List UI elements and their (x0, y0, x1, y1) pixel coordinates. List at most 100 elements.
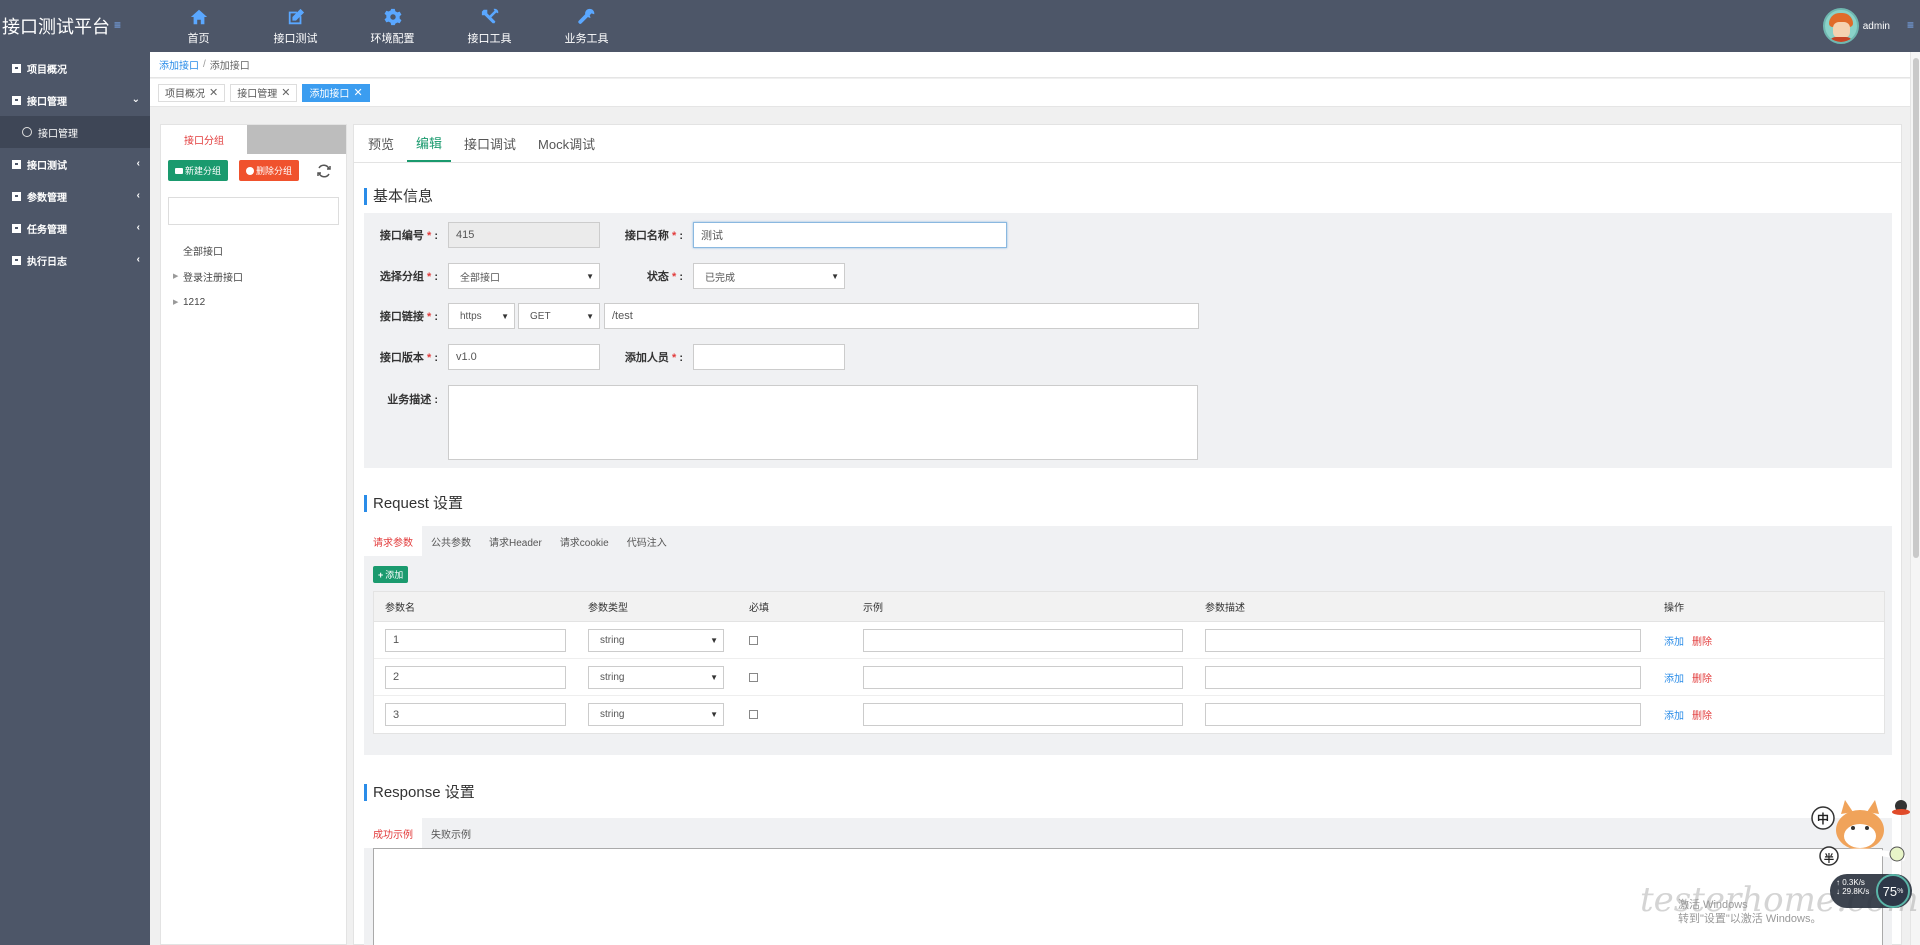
api-path-field[interactable]: /test (604, 303, 1199, 329)
group-select[interactable]: 全部接口 ▼ (448, 263, 600, 289)
avatar[interactable] (1822, 8, 1859, 44)
refresh-icon[interactable] (316, 163, 332, 179)
tab-failure-example[interactable]: 失败示例 (422, 818, 480, 848)
tab-request-header[interactable]: 请求Header (480, 526, 551, 556)
tab-edit[interactable]: 编辑 (407, 124, 452, 162)
delete-row-link[interactable]: 删除 (1692, 711, 1712, 722)
sidebar-item-execution-log[interactable]: 执行日志 ‹ (0, 244, 150, 276)
sidebar-item-api-management[interactable]: 接口管理 ⌄ (0, 84, 150, 116)
group-search-input[interactable] (168, 197, 339, 225)
section-title-basic: 基本信息 (364, 188, 433, 205)
tab-preview[interactable]: 预览 (359, 124, 403, 162)
nav-label: 环境配置 (370, 32, 415, 45)
menu-icon[interactable]: ≡ (1907, 18, 1914, 32)
sidebar-item-task-management[interactable]: 任务管理 ‹ (0, 212, 150, 244)
method-select[interactable]: GET ▼ (518, 303, 600, 329)
sidebar-item-api-testing[interactable]: 接口测试 ‹ (0, 148, 150, 180)
delete-row-link[interactable]: 删除 (1692, 637, 1712, 648)
field-label: 添加人员 * : (624, 352, 683, 364)
ime-width-label[interactable]: 半 (1824, 850, 1834, 865)
tree-item-1212[interactable]: ▶ 1212 (173, 289, 346, 315)
nav-api-test[interactable]: 接口测试 (247, 0, 344, 52)
sidebar-toggle-icon[interactable]: ≡ (114, 18, 121, 32)
request-tabs: 请求参数 公共参数 请求Header 请求cookie 代码注入 (364, 526, 676, 556)
response-tabs: 成功示例 失败示例 (364, 818, 480, 848)
sidebar-subitem-api-management[interactable]: 接口管理 (0, 116, 150, 148)
sidebar-item-project-overview[interactable]: 项目概况 (0, 52, 150, 84)
tab-mock-debug[interactable]: Mock调试 (529, 124, 604, 162)
close-icon[interactable]: ✕ (353, 86, 362, 99)
close-icon[interactable]: ✕ (281, 86, 290, 99)
tab-success-example[interactable]: 成功示例 (364, 818, 422, 848)
list-icon (12, 223, 21, 233)
caret-right-icon[interactable]: ▶ (173, 298, 183, 306)
api-version-field[interactable]: v1.0 (448, 344, 600, 370)
param-type-select[interactable]: string ▼ (588, 703, 724, 726)
param-example-input[interactable] (863, 628, 1183, 652)
api-name-field[interactable]: 测试 (693, 222, 1007, 248)
network-speed-widget[interactable]: ↑ 0.3K/s ↓ 29.8K/s 75% (1830, 874, 1912, 908)
add-param-button[interactable]: + 添加 (373, 566, 409, 583)
close-icon[interactable]: ✕ (209, 86, 218, 99)
required-checkbox[interactable] (749, 635, 758, 645)
add-row-link[interactable]: 添加 (1664, 637, 1684, 648)
ime-mascot-icon[interactable] (1805, 788, 1915, 868)
nav-api-tools[interactable]: 接口工具 (441, 0, 538, 52)
field-label: 业务描述 : (387, 394, 438, 406)
tab-code-inject[interactable]: 代码注入 (618, 526, 676, 556)
param-desc-input[interactable] (1205, 628, 1641, 652)
list-icon (12, 95, 21, 105)
tree-item-login[interactable]: ▶ 登录注册接口 (173, 263, 346, 289)
caret-right-icon[interactable]: ▶ (173, 272, 183, 280)
field-label: 接口名称 * : (624, 230, 683, 242)
scrollbar-thumb[interactable] (1913, 58, 1919, 558)
creator-field[interactable] (693, 344, 845, 370)
param-type-select[interactable]: string ▼ (588, 628, 724, 652)
form-row-link: 接口链接 * : https ▼ GET ▼ /test (364, 303, 1199, 329)
param-example-input[interactable] (863, 703, 1183, 726)
minus-circle-icon (246, 166, 255, 175)
new-group-label: 新建分组 (185, 166, 222, 176)
param-desc-input[interactable] (1205, 665, 1641, 689)
nav-env-config[interactable]: 环境配置 (344, 0, 441, 52)
param-name-input[interactable]: 2 (385, 665, 566, 689)
tab-request-params[interactable]: 请求参数 (364, 526, 422, 556)
user-menu[interactable]: admin (1822, 8, 1890, 44)
param-desc-input[interactable] (1205, 703, 1641, 726)
param-name-input[interactable]: 3 (385, 703, 566, 726)
param-type-select[interactable]: string ▼ (588, 665, 724, 689)
protocol-select[interactable]: https ▼ (448, 303, 515, 329)
new-group-button[interactable]: 新建分组 (168, 160, 229, 181)
nav-home[interactable]: 首页 (150, 0, 247, 52)
required-checkbox[interactable] (749, 672, 758, 682)
sidebar-item-param-management[interactable]: 参数管理 ‹ (0, 180, 150, 212)
add-row-link[interactable]: 添加 (1664, 711, 1684, 722)
description-textarea[interactable] (448, 385, 1198, 460)
ime-mode-label[interactable]: 中 (1817, 810, 1829, 827)
group-panel-tabs: 接口分组 (161, 125, 346, 154)
delete-row-link[interactable]: 删除 (1692, 674, 1712, 685)
tab-api-debug[interactable]: 接口调试 (455, 124, 525, 162)
chevron-down-icon: ⌄ (131, 94, 140, 105)
breadcrumb-link[interactable]: 添加接口 (159, 57, 199, 72)
delete-group-button[interactable]: 删除分组 (239, 160, 300, 181)
nav-biz-tools[interactable]: 业务工具 (538, 0, 635, 52)
list-icon (12, 159, 21, 169)
tree-item-all[interactable]: 全部接口 (173, 237, 346, 263)
page-tab-api-management[interactable]: 接口管理 ✕ (230, 83, 298, 102)
tab-request-cookie[interactable]: 请求cookie (551, 526, 618, 556)
param-example-input[interactable] (863, 665, 1183, 689)
tab-common-params[interactable]: 公共参数 (422, 526, 480, 556)
form-row-status: 状态 * : 已完成 ▼ (609, 263, 845, 289)
tab-api-groups[interactable]: 接口分组 (161, 125, 247, 154)
username[interactable]: admin (1863, 21, 1890, 32)
required-checkbox[interactable] (749, 710, 758, 719)
sidebar-item-label: 执行日志 (27, 256, 67, 268)
request-settings: 请求参数 公共参数 请求Header 请求cookie 代码注入 + 添加 参数… (364, 526, 1892, 755)
page-tab-add-api[interactable]: 添加接口 ✕ (302, 83, 370, 102)
nav-label: 首页 (187, 32, 210, 45)
param-name-input[interactable]: 1 (385, 628, 566, 652)
page-tab-project-overview[interactable]: 项目概况 ✕ (158, 83, 226, 102)
add-row-link[interactable]: 添加 (1664, 674, 1684, 685)
status-select[interactable]: 已完成 ▼ (693, 263, 845, 289)
